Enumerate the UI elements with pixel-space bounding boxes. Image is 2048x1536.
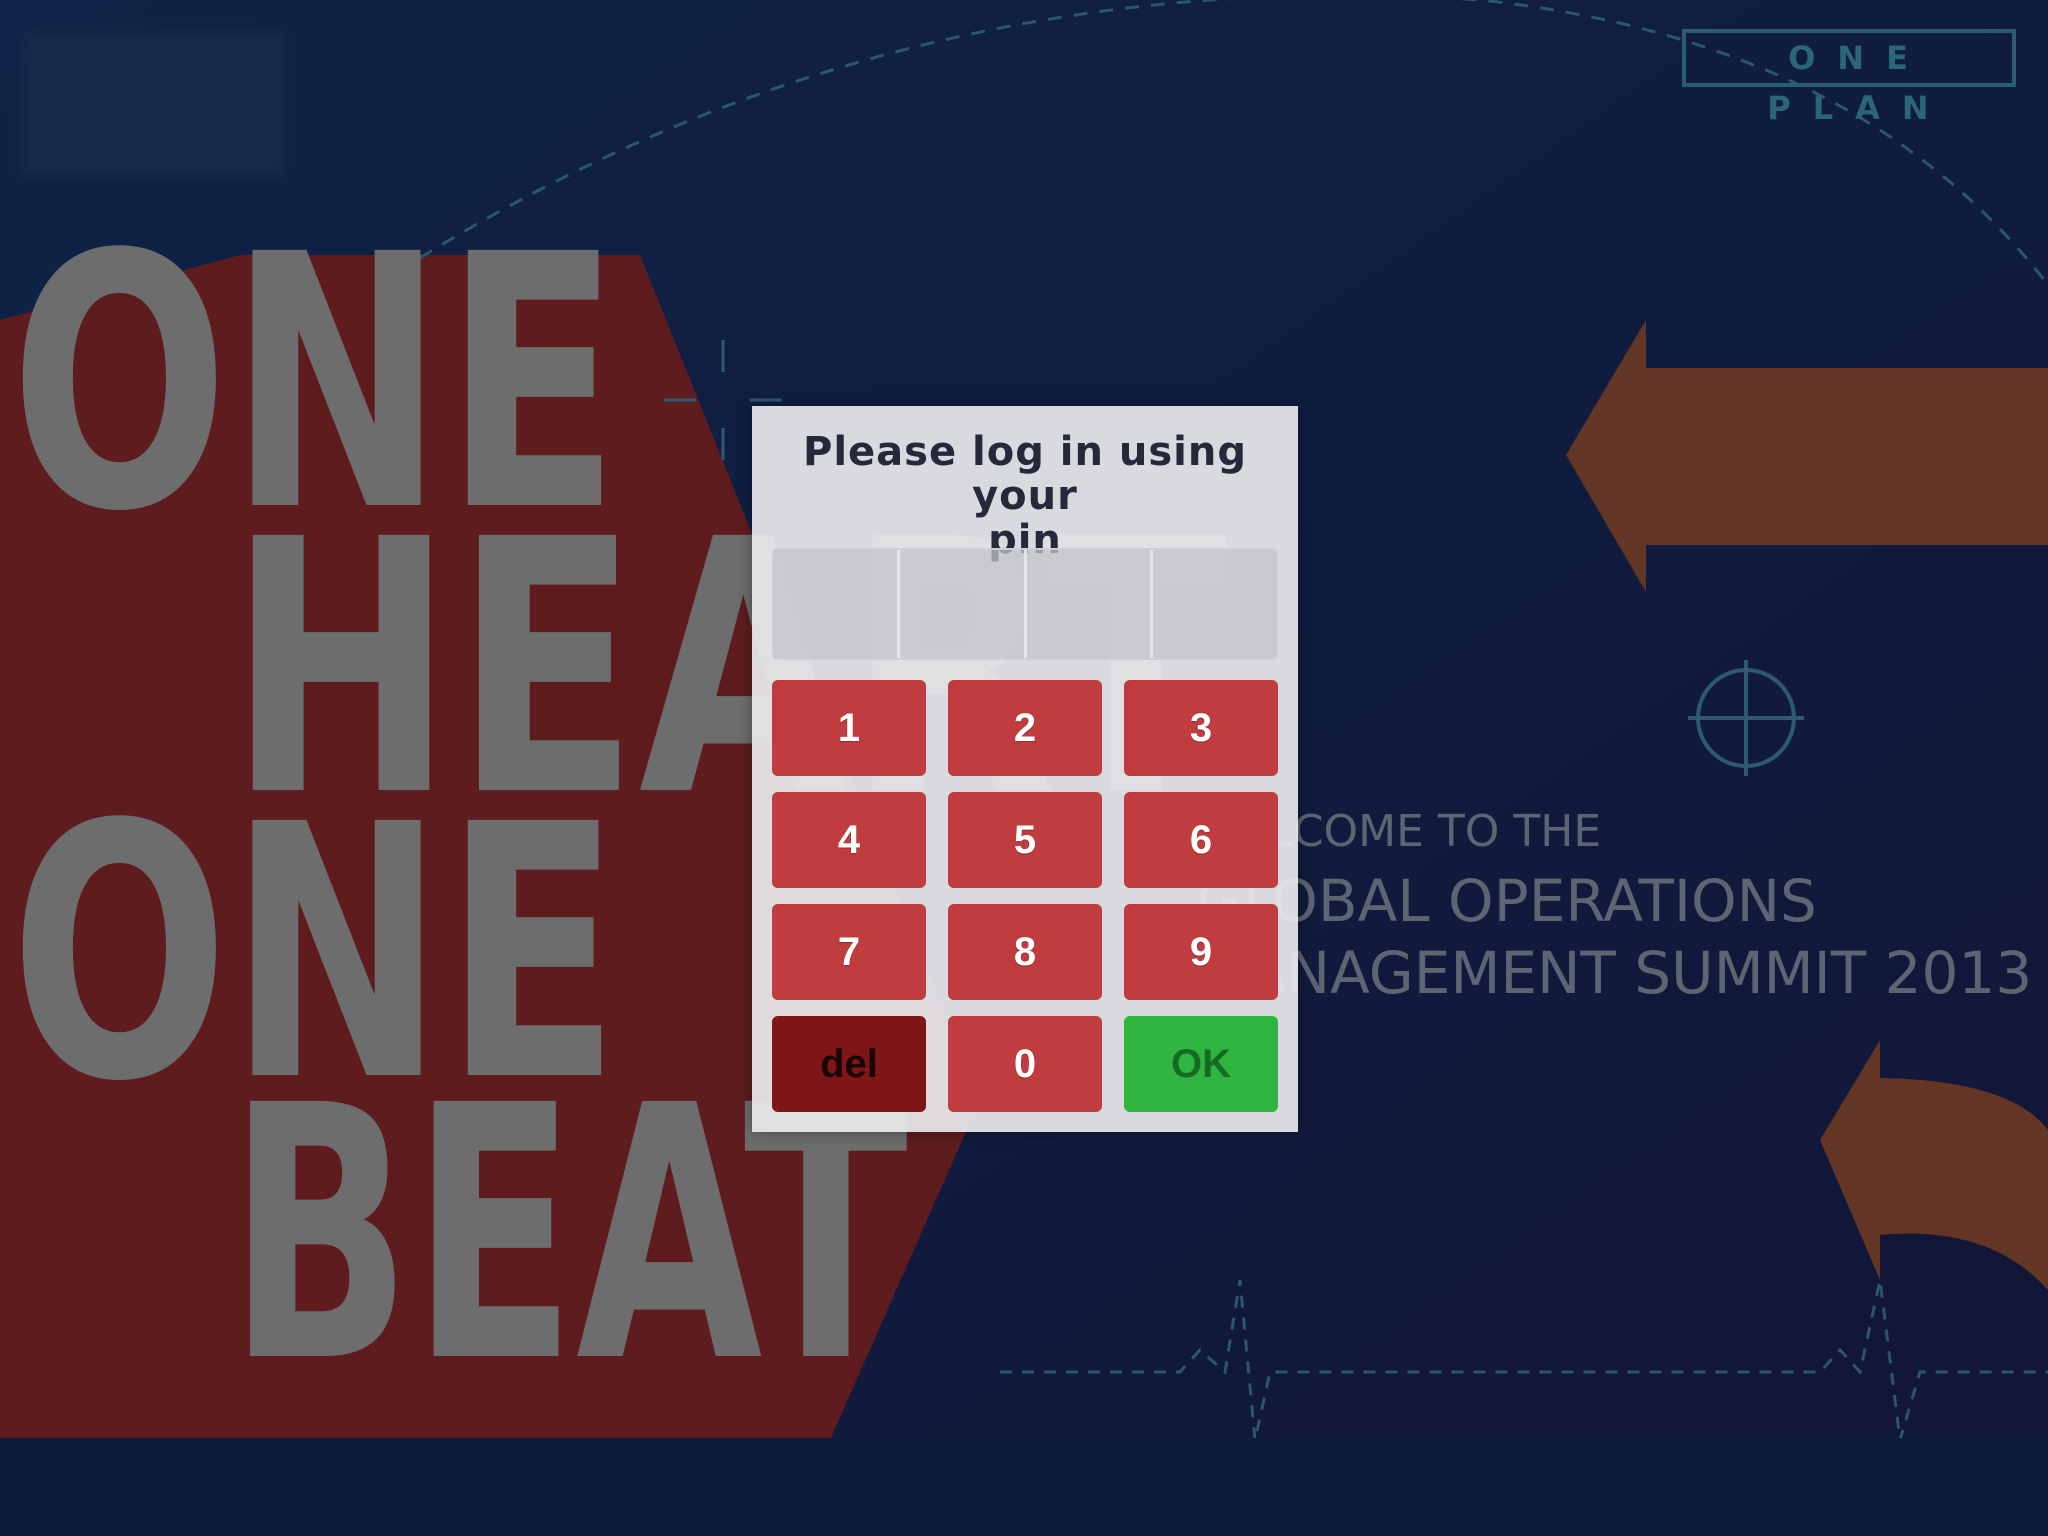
pin-digit-1	[774, 550, 901, 658]
key-1-button[interactable]: 1	[772, 680, 926, 776]
key-0-button[interactable]: 0	[948, 1016, 1102, 1112]
key-2-button[interactable]: 2	[948, 680, 1102, 776]
key-3-button[interactable]: 3	[1124, 680, 1278, 776]
welcome-line-3: MANAGEMENT SUMMIT 2013	[1197, 939, 2032, 1007]
pin-login-dialog: Please log in using your pin 1 2 3 4 5 6…	[752, 406, 1298, 1132]
blurred-logo	[22, 32, 284, 176]
pin-digit-3	[1027, 550, 1153, 658]
ok-button[interactable]: OK	[1124, 1016, 1278, 1112]
dialog-title-line-1: Please log in using your	[803, 429, 1247, 519]
pin-digit-2	[900, 550, 1027, 658]
key-8-button[interactable]: 8	[948, 904, 1102, 1000]
key-7-button[interactable]: 7	[772, 904, 926, 1000]
key-6-button[interactable]: 6	[1124, 792, 1278, 888]
key-5-button[interactable]: 5	[948, 792, 1102, 888]
key-9-button[interactable]: 9	[1124, 904, 1278, 1000]
pin-display	[772, 548, 1278, 660]
delete-button[interactable]: del	[772, 1016, 926, 1112]
key-4-button[interactable]: 4	[772, 792, 926, 888]
brand-box: ONE PLAN	[1682, 29, 2016, 127]
dialog-title: Please log in using your pin	[752, 430, 1298, 562]
pin-digit-4	[1153, 550, 1276, 658]
bottom-strip	[0, 1438, 2048, 1536]
